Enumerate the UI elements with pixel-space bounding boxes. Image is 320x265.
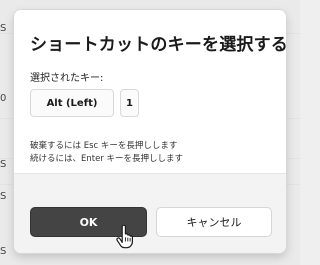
background-edge-text: 0 xyxy=(0,93,7,104)
selected-keys-label: 選択されたキー: xyxy=(30,73,104,84)
dialog-footer: OK キャンセル xyxy=(14,173,286,253)
background-edge-text: S xyxy=(0,23,7,34)
selected-key-chip: Alt (Left) xyxy=(30,89,114,117)
cancel-button[interactable]: キャンセル xyxy=(156,207,272,237)
continue-hint-text: 続けるには、Enter キーを長押しします xyxy=(30,154,184,164)
background-edge-text: S xyxy=(0,191,7,202)
background-edge-text: S xyxy=(0,159,7,170)
selected-key-chip: 1 xyxy=(120,89,139,117)
cancel-hint-text: 破棄するには Esc キーを長押しします xyxy=(30,141,178,151)
dialog-body: ショートカットのキーを選択する 選択されたキー: Alt (Left) 1 破棄… xyxy=(14,10,286,173)
hand-pointer-cursor-icon xyxy=(116,225,133,249)
background-edge-text: S xyxy=(0,246,7,257)
dialog-title: ショートカットのキーを選択する xyxy=(30,35,286,55)
shortcut-key-dialog: ショートカットのキーを選択する 選択されたキー: Alt (Left) 1 破棄… xyxy=(14,10,286,253)
